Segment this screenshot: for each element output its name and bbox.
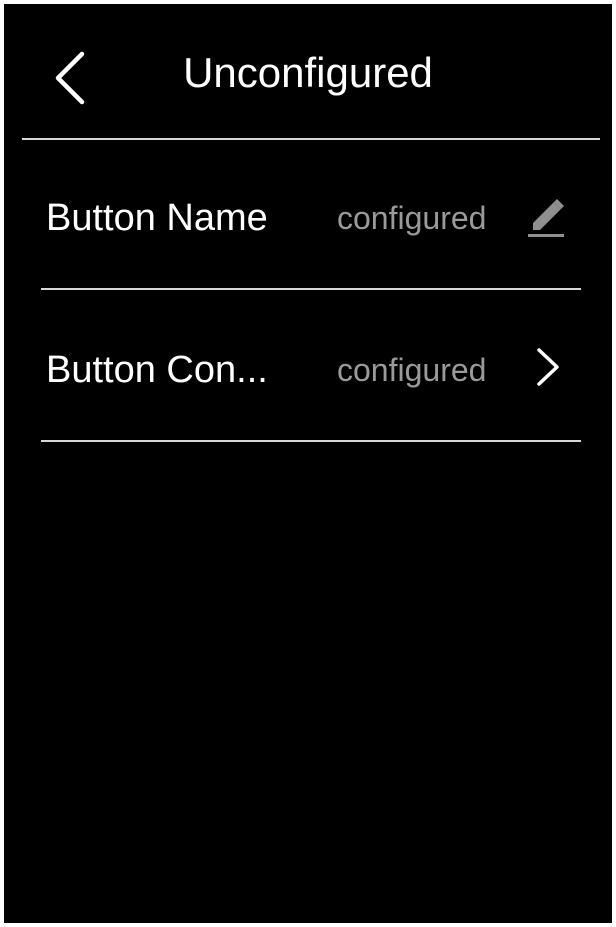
- button-config-value: configured: [337, 352, 487, 388]
- header: Unconfigured: [4, 4, 612, 140]
- row-divider: [41, 288, 581, 290]
- app-screen: Unconfigured Button Name configured Butt…: [4, 4, 612, 923]
- page-title: Unconfigured: [183, 49, 433, 96]
- button-config-row[interactable]: Button Con... configured: [41, 292, 581, 442]
- chevron-right-button[interactable]: [529, 342, 579, 392]
- row-divider: [41, 440, 581, 442]
- button-name-value: configured: [337, 200, 487, 236]
- pencil-icon: [528, 199, 564, 237]
- chevron-right-icon: [537, 348, 559, 386]
- button-config-label: Button Con...: [46, 349, 268, 391]
- button-name-row[interactable]: Button Name configured: [41, 140, 581, 290]
- button-name-label: Button Name: [46, 197, 268, 239]
- edit-button[interactable]: [523, 192, 573, 242]
